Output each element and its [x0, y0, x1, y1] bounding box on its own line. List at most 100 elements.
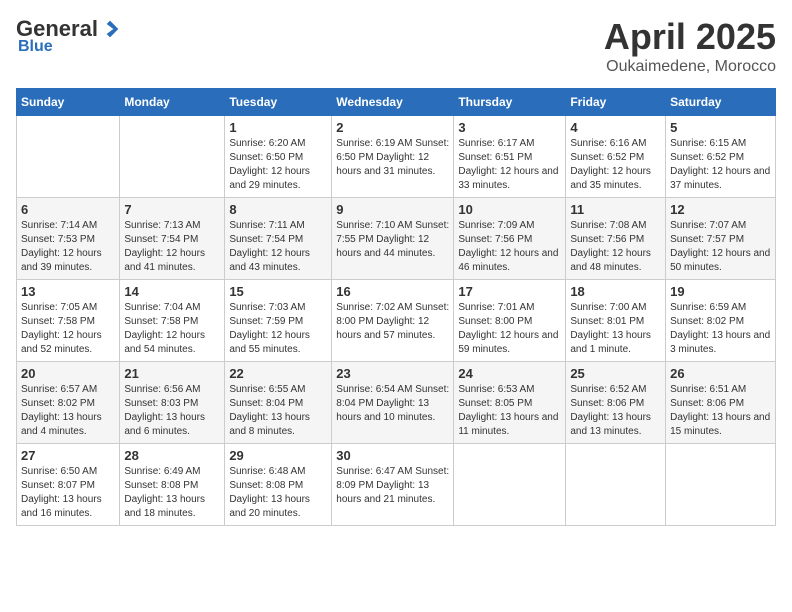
calendar-cell: 14 Sunrise: 7:04 AM Sunset: 7:58 PM Dayli… — [120, 280, 225, 362]
calendar-cell: 19 Sunrise: 6:59 AM Sunset: 8:02 PM Dayli… — [666, 280, 776, 362]
day-info: Sunrise: 6:55 AM Sunset: 8:04 PM Dayligh… — [229, 383, 327, 439]
day-number: 13 — [21, 284, 115, 299]
day-number: 1 — [229, 120, 327, 135]
calendar-cell: 13 Sunrise: 7:05 AM Sunset: 7:58 PM Dayli… — [17, 280, 120, 362]
logo-blue-text: Blue — [18, 38, 53, 56]
calendar-cell: 11 Sunrise: 7:08 AM Sunset: 7:56 PM Dayli… — [566, 198, 666, 280]
calendar-cell: 8 Sunrise: 7:11 AM Sunset: 7:54 PM Daylig… — [225, 198, 332, 280]
calendar-cell: 21Sunrise: 6:56 AM Sunset: 8:03 PM Dayli… — [120, 362, 225, 444]
day-info: Sunrise: 6:16 AM Sunset: 6:52 PM Dayligh… — [570, 137, 661, 193]
calendar-cell: 10Sunrise: 7:09 AM Sunset: 7:56 PM Dayli… — [454, 198, 566, 280]
calendar-cell: 26Sunrise: 6:51 AM Sunset: 8:06 PM Dayli… — [666, 362, 776, 444]
day-info: Sunrise: 6:50 AM Sunset: 8:07 PM Dayligh… — [21, 465, 115, 521]
day-number: 10 — [458, 202, 561, 217]
day-number: 15 — [229, 284, 327, 299]
day-number: 4 — [570, 120, 661, 135]
day-info: Sunrise: 7:05 AM Sunset: 7:58 PM Dayligh… — [21, 301, 115, 357]
day-info: Sunrise: 7:07 AM Sunset: 7:57 PM Dayligh… — [670, 219, 771, 275]
day-number: 14 — [124, 284, 220, 299]
day-info: Sunrise: 7:04 AM Sunset: 7:58 PM Dayligh… — [124, 301, 220, 357]
day-number: 3 — [458, 120, 561, 135]
header-friday: Friday — [566, 89, 666, 116]
day-number: 7 — [124, 202, 220, 217]
day-number: 27 — [21, 448, 115, 463]
calendar-cell: 3 Sunrise: 6:17 AM Sunset: 6:51 PM Daylig… — [454, 116, 566, 198]
calendar-cell: 23 Sunrise: 6:54 AM Sunset: 8:04 PM Dayli… — [332, 362, 454, 444]
day-number: 2 — [336, 120, 449, 135]
day-number: 25 — [570, 366, 661, 381]
calendar-cell: 30 Sunrise: 6:47 AM Sunset: 8:09 PM Dayli… — [332, 444, 454, 526]
calendar-cell: 15 Sunrise: 7:03 AM Sunset: 7:59 PM Dayli… — [225, 280, 332, 362]
day-number: 28 — [124, 448, 220, 463]
day-number: 30 — [336, 448, 449, 463]
calendar-cell: 6Sunrise: 7:14 AM Sunset: 7:53 PM Daylig… — [17, 198, 120, 280]
calendar-header-row: SundayMondayTuesdayWednesdayThursdayFrid… — [17, 89, 776, 116]
day-number: 9 — [336, 202, 449, 217]
day-number: 11 — [570, 202, 661, 217]
calendar-cell: 18Sunrise: 7:00 AM Sunset: 8:01 PM Dayli… — [566, 280, 666, 362]
calendar-cell: 9 Sunrise: 7:10 AM Sunset: 7:55 PM Daylig… — [332, 198, 454, 280]
calendar-cell: 1 Sunrise: 6:20 AM Sunset: 6:50 PM Daylig… — [225, 116, 332, 198]
header-monday: Monday — [120, 89, 225, 116]
calendar-cell: 24 Sunrise: 6:53 AM Sunset: 8:05 PM Dayli… — [454, 362, 566, 444]
page-header: General Blue April 2025 Oukaimedene, Mor… — [16, 16, 776, 76]
header-tuesday: Tuesday — [225, 89, 332, 116]
calendar-cell: 4 Sunrise: 6:16 AM Sunset: 6:52 PM Daylig… — [566, 116, 666, 198]
calendar-cell: 20Sunrise: 6:57 AM Sunset: 8:02 PM Dayli… — [17, 362, 120, 444]
day-info: Sunrise: 6:59 AM Sunset: 8:02 PM Dayligh… — [670, 301, 771, 357]
calendar-cell: 25 Sunrise: 6:52 AM Sunset: 8:06 PM Dayli… — [566, 362, 666, 444]
day-info: Sunrise: 7:03 AM Sunset: 7:59 PM Dayligh… — [229, 301, 327, 357]
calendar-cell: 7 Sunrise: 7:13 AM Sunset: 7:54 PM Daylig… — [120, 198, 225, 280]
day-info: Sunrise: 6:17 AM Sunset: 6:51 PM Dayligh… — [458, 137, 561, 193]
day-number: 29 — [229, 448, 327, 463]
day-info: Sunrise: 6:20 AM Sunset: 6:50 PM Dayligh… — [229, 137, 327, 193]
logo-icon — [100, 19, 120, 39]
day-info: Sunrise: 6:52 AM Sunset: 8:06 PM Dayligh… — [570, 383, 661, 439]
calendar-week-3: 13 Sunrise: 7:05 AM Sunset: 7:58 PM Dayli… — [17, 280, 776, 362]
calendar-cell: 5Sunrise: 6:15 AM Sunset: 6:52 PM Daylig… — [666, 116, 776, 198]
header-thursday: Thursday — [454, 89, 566, 116]
day-info: Sunrise: 7:10 AM Sunset: 7:55 PM Dayligh… — [336, 219, 449, 261]
calendar-cell: 22 Sunrise: 6:55 AM Sunset: 8:04 PM Dayli… — [225, 362, 332, 444]
month-title: April 2025 — [604, 16, 776, 58]
day-number: 19 — [670, 284, 771, 299]
day-info: Sunrise: 7:08 AM Sunset: 7:56 PM Dayligh… — [570, 219, 661, 275]
calendar-week-2: 6Sunrise: 7:14 AM Sunset: 7:53 PM Daylig… — [17, 198, 776, 280]
calendar-cell — [17, 116, 120, 198]
header-saturday: Saturday — [666, 89, 776, 116]
calendar-cell: 16 Sunrise: 7:02 AM Sunset: 8:00 PM Dayli… — [332, 280, 454, 362]
header-sunday: Sunday — [17, 89, 120, 116]
day-info: Sunrise: 6:48 AM Sunset: 8:08 PM Dayligh… — [229, 465, 327, 521]
day-number: 22 — [229, 366, 327, 381]
logo: General Blue — [16, 16, 120, 56]
day-info: Sunrise: 6:47 AM Sunset: 8:09 PM Dayligh… — [336, 465, 449, 507]
day-number: 6 — [21, 202, 115, 217]
day-number: 5 — [670, 120, 771, 135]
day-number: 23 — [336, 366, 449, 381]
day-info: Sunrise: 7:11 AM Sunset: 7:54 PM Dayligh… — [229, 219, 327, 275]
day-info: Sunrise: 6:57 AM Sunset: 8:02 PM Dayligh… — [21, 383, 115, 439]
calendar-cell: 2 Sunrise: 6:19 AM Sunset: 6:50 PM Daylig… — [332, 116, 454, 198]
calendar-cell: 28Sunrise: 6:49 AM Sunset: 8:08 PM Dayli… — [120, 444, 225, 526]
day-info: Sunrise: 6:19 AM Sunset: 6:50 PM Dayligh… — [336, 137, 449, 179]
calendar-week-5: 27 Sunrise: 6:50 AM Sunset: 8:07 PM Dayli… — [17, 444, 776, 526]
day-info: Sunrise: 6:53 AM Sunset: 8:05 PM Dayligh… — [458, 383, 561, 439]
location-title: Oukaimedene, Morocco — [604, 58, 776, 76]
day-info: Sunrise: 7:01 AM Sunset: 8:00 PM Dayligh… — [458, 301, 561, 357]
calendar-cell — [666, 444, 776, 526]
day-number: 16 — [336, 284, 449, 299]
day-number: 18 — [570, 284, 661, 299]
calendar-table: SundayMondayTuesdayWednesdayThursdayFrid… — [16, 88, 776, 526]
day-number: 8 — [229, 202, 327, 217]
header-wednesday: Wednesday — [332, 89, 454, 116]
day-info: Sunrise: 6:56 AM Sunset: 8:03 PM Dayligh… — [124, 383, 220, 439]
day-number: 24 — [458, 366, 561, 381]
calendar-cell — [454, 444, 566, 526]
day-info: Sunrise: 7:02 AM Sunset: 8:00 PM Dayligh… — [336, 301, 449, 343]
day-info: Sunrise: 6:54 AM Sunset: 8:04 PM Dayligh… — [336, 383, 449, 425]
calendar-cell — [120, 116, 225, 198]
calendar-cell — [566, 444, 666, 526]
day-info: Sunrise: 7:13 AM Sunset: 7:54 PM Dayligh… — [124, 219, 220, 275]
day-info: Sunrise: 6:51 AM Sunset: 8:06 PM Dayligh… — [670, 383, 771, 439]
day-number: 17 — [458, 284, 561, 299]
